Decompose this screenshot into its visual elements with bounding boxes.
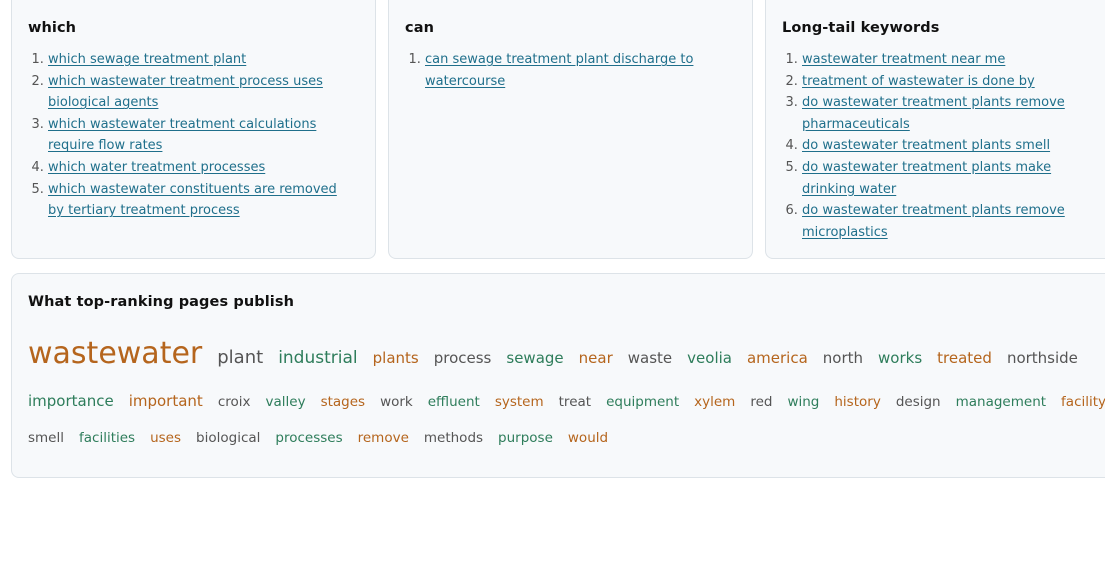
list-item: do wastewater treatment plants make drin… [802,157,1102,200]
cloud-word-facilities: facilities [79,430,136,446]
list-item: which water treatment processes [48,157,348,179]
cloud-word-treat: treat [558,394,592,410]
list-item: can sewage treatment plant discharge to … [425,49,725,92]
keyword-link[interactable]: do wastewater treatment plants remove mi… [802,203,1065,240]
cloud-word-wing: wing [787,394,820,410]
cloud-word-uses: uses [150,430,182,446]
which-keyword-list: which sewage treatment plant which waste… [28,49,348,222]
cloud-word-wastewater: wastewater [28,336,203,371]
cloud-word-plants: plants [372,349,419,367]
cloud-word-methods: methods [423,430,484,446]
cloud-word-works: works [878,349,923,367]
keyword-link[interactable]: wastewater treatment near me [802,52,1005,67]
keyword-link[interactable]: which wastewater treatment process uses … [48,74,323,111]
top-pages-word-cloud-card: What top-ranking pages publish wastewate… [11,273,1105,478]
cloud-word-sewage: sewage [506,349,564,367]
cloud-word-facility: facility [1061,394,1105,410]
cloud-word-treated: treated [937,349,992,367]
cloud-word-waste: waste [627,349,673,367]
can-keyword-list: can sewage treatment plant discharge to … [405,49,725,92]
which-card-title: which [28,20,77,36]
cloud-word-important: important [128,392,203,410]
cloud-word-smell: smell [28,430,64,446]
cloud-word-importance: importance [28,392,114,410]
cloud-word-near: near [578,349,613,367]
cloud-word-system: system [494,394,544,410]
cloud-word-veolia: veolia [687,349,732,367]
long-tail-card-title: Long-tail keywords [782,20,940,36]
keyword-link[interactable]: which wastewater treatment calculations … [48,117,316,154]
keyword-link[interactable]: which water treatment processes [48,160,265,175]
keyword-link[interactable]: treatment of wastewater is done by [802,74,1035,89]
cloud-word-biological: biological [196,430,261,446]
can-card-title: can [405,20,435,36]
cloud-word-plant: plant [217,347,264,368]
cloud-word-america: america [746,349,808,367]
cloud-word-purpose: purpose [498,430,553,446]
cloud-word-management: management [955,394,1047,410]
list-item: do wastewater treatment plants remove mi… [802,200,1102,243]
list-item: which wastewater treatment calculations … [48,114,348,157]
cloud-word-industrial: industrial [278,348,358,368]
cloud-word-would: would [567,430,609,446]
cloud-word-design: design [895,394,941,410]
keyword-link[interactable]: do wastewater treatment plants smell [802,138,1050,153]
cloud-word-process: process [433,349,492,367]
cloud-word-xylem: xylem [694,394,736,410]
list-item: which wastewater constituents are remove… [48,179,348,222]
word-cloud-title: What top-ranking pages publish [28,294,295,310]
long-tail-keyword-list: wastewater treatment near me treatment o… [782,49,1102,243]
cloud-word-stages: stages [320,394,366,410]
list-item: which sewage treatment plant [48,49,348,71]
keyword-link[interactable]: do wastewater treatment plants make drin… [802,160,1051,197]
cloud-word-effluent: effluent [427,394,480,410]
which-keywords-card: which which sewage treatment plant which… [11,0,376,259]
keyword-link[interactable]: can sewage treatment plant discharge to … [425,52,693,89]
can-keywords-card: can can sewage treatment plant discharge… [388,0,753,259]
keyword-link[interactable]: which wastewater constituents are remove… [48,182,337,219]
keyword-link[interactable]: do wastewater treatment plants remove ph… [802,95,1065,132]
cloud-word-red: red [750,394,773,410]
cloud-word-northside: northside [1006,349,1078,367]
cloud-word-north: north [822,349,864,367]
cloud-word-history: history [834,394,881,410]
word-cloud-row: smell facilities uses biological processes re… [28,430,623,446]
list-item: which wastewater treatment process uses … [48,71,348,114]
word-cloud-row: importance important croix valley stages work… [28,392,1105,410]
cloud-word-equipment: equipment [606,394,680,410]
list-item: wastewater treatment near me [802,49,1102,71]
long-tail-keywords-card: Long-tail keywords wastewater treatment … [765,0,1105,259]
cloud-word-processes: processes [275,430,343,446]
word-cloud-row: wastewater plant industrial plants process se… [28,336,1093,371]
list-item: do wastewater treatment plants remove ph… [802,92,1102,135]
list-item: do wastewater treatment plants smell [802,135,1102,157]
list-item: treatment of wastewater is done by [802,71,1102,93]
cloud-word-work: work [380,394,413,410]
cloud-word-croix: croix [217,394,251,410]
keyword-link[interactable]: which sewage treatment plant [48,52,246,67]
cloud-word-remove: remove [357,430,409,446]
cloud-word-valley: valley [265,394,306,410]
